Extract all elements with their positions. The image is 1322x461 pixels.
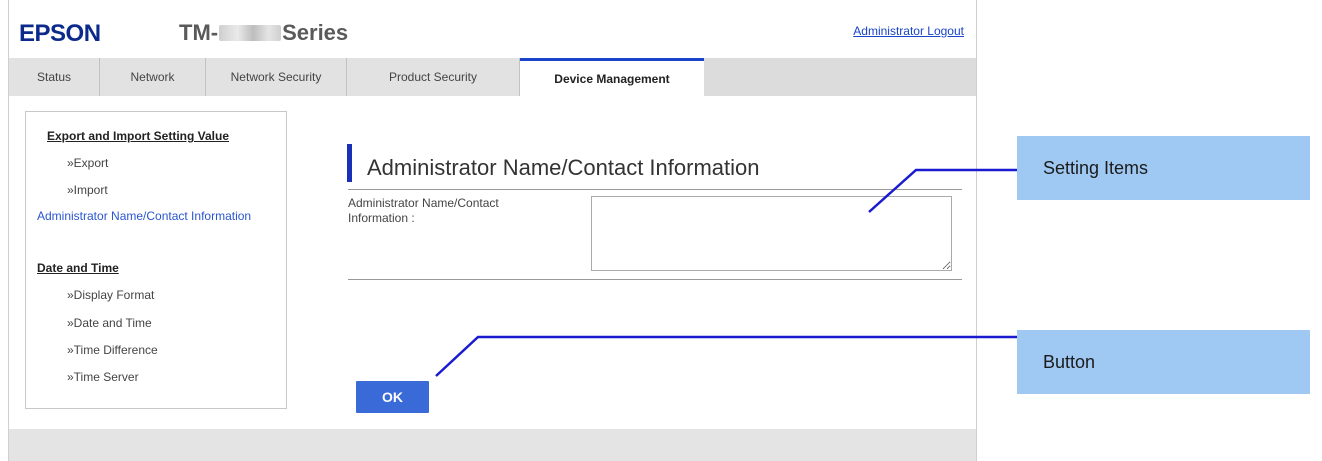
page-header: EPSON TM- Series Administrator Logout: [9, 0, 976, 59]
admin-contact-label: Administrator Name/Contact Information :: [348, 196, 499, 225]
callout-setting-items: Setting Items: [1017, 136, 1310, 200]
footer-strip: [9, 429, 976, 461]
sidebar-item-display-format[interactable]: »Display Format: [67, 288, 154, 302]
redacted-model-number: [219, 25, 282, 41]
page-title: Administrator Name/Contact Information: [367, 155, 760, 180]
tab-device-management[interactable]: Device Management: [520, 58, 704, 96]
tab-product-security[interactable]: Product Security: [347, 58, 520, 96]
sidebar-section-date-time[interactable]: Date and Time: [37, 261, 119, 275]
tab-bar: Status Network Network Security Product …: [9, 58, 976, 96]
tab-network-security[interactable]: Network Security: [206, 58, 347, 96]
sidebar-item-import[interactable]: »Import: [67, 183, 108, 197]
sidebar-item-export[interactable]: »Export: [67, 156, 108, 170]
model-name: TM- Series: [179, 20, 348, 46]
admin-contact-textarea[interactable]: [591, 196, 952, 271]
sidebar-item-time-server[interactable]: »Time Server: [67, 370, 139, 384]
ok-button[interactable]: OK: [356, 381, 429, 413]
callout-button-label: Button: [1043, 351, 1096, 372]
sidebar-item-admin-contact[interactable]: Administrator Name/Contact Information: [37, 208, 257, 224]
tab-network[interactable]: Network: [100, 58, 206, 96]
model-prefix: TM-: [179, 20, 219, 45]
sidebar-section-export-import[interactable]: Export and Import Setting Value: [47, 129, 229, 143]
administrator-logout-link[interactable]: Administrator Logout: [853, 24, 964, 38]
sidebar-item-time-difference[interactable]: »Time Difference: [67, 343, 158, 357]
sidebar: Export and Import Setting Value »Export …: [25, 111, 287, 409]
tab-status[interactable]: Status: [9, 58, 100, 96]
model-suffix: Series: [282, 20, 349, 45]
divider-top: [348, 189, 962, 190]
callout-setting-items-label: Setting Items: [1043, 157, 1149, 178]
epson-logo: EPSON: [19, 20, 101, 47]
divider-bottom: [348, 279, 962, 280]
callout-button: Button: [1017, 330, 1310, 394]
sidebar-item-date-time[interactable]: »Date and Time: [67, 316, 152, 330]
page-title-accent: [347, 144, 352, 182]
